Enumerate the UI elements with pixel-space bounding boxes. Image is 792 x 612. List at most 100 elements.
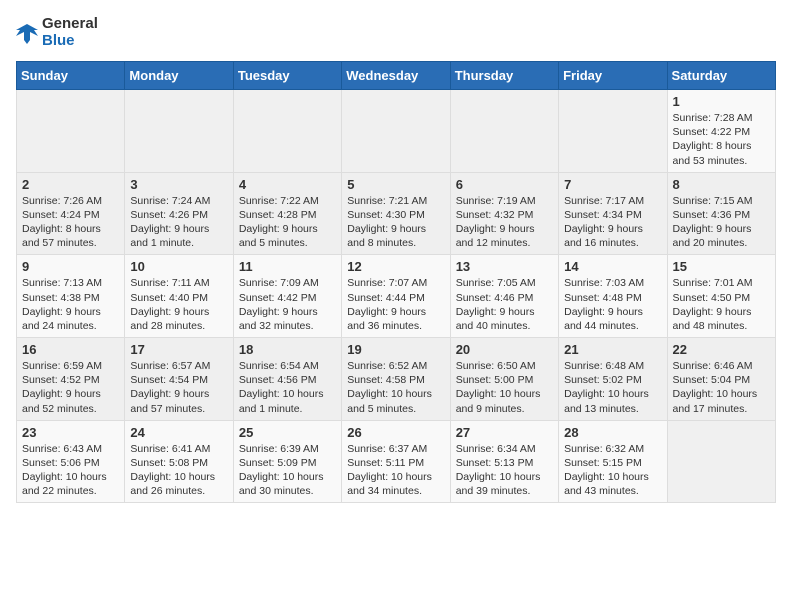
- weekday-header-monday: Monday: [125, 62, 233, 90]
- weekday-header-wednesday: Wednesday: [342, 62, 450, 90]
- day-number: 11: [239, 259, 336, 274]
- weekday-header-row: SundayMondayTuesdayWednesdayThursdayFrid…: [17, 62, 776, 90]
- day-number: 15: [673, 259, 770, 274]
- day-info: Sunrise: 7:07 AM Sunset: 4:44 PM Dayligh…: [347, 277, 427, 332]
- day-number: 10: [130, 259, 227, 274]
- day-number: 4: [239, 177, 336, 192]
- day-info: Sunrise: 7:24 AM Sunset: 4:26 PM Dayligh…: [130, 195, 210, 250]
- day-cell: 7 Sunrise: 7:17 AM Sunset: 4:34 PM Daylig…: [559, 172, 667, 255]
- weekday-header-thursday: Thursday: [450, 62, 558, 90]
- day-cell: 25 Sunrise: 6:39 AM Sunset: 5:09 PM Dayli…: [233, 420, 341, 503]
- day-cell: 6 Sunrise: 7:19 AM Sunset: 4:32 PM Daylig…: [450, 172, 558, 255]
- day-number: 16: [22, 342, 119, 357]
- day-cell: 14 Sunrise: 7:03 AM Sunset: 4:48 PM Dayli…: [559, 255, 667, 338]
- day-number: 1: [673, 94, 770, 109]
- day-info: Sunrise: 7:01 AM Sunset: 4:50 PM Dayligh…: [673, 277, 753, 332]
- day-cell: [450, 90, 558, 173]
- day-info: Sunrise: 7:03 AM Sunset: 4:48 PM Dayligh…: [564, 277, 644, 332]
- logo-blue: Blue: [42, 33, 98, 50]
- day-cell: 28 Sunrise: 6:32 AM Sunset: 5:15 PM Dayli…: [559, 420, 667, 503]
- day-cell: 1 Sunrise: 7:28 AM Sunset: 4:22 PM Daylig…: [667, 90, 775, 173]
- day-info: Sunrise: 7:13 AM Sunset: 4:38 PM Dayligh…: [22, 277, 102, 332]
- day-info: Sunrise: 7:15 AM Sunset: 4:36 PM Dayligh…: [673, 195, 753, 250]
- day-cell: 20Sunrise: 6:50 AM Sunset: 5:00 PM Dayli…: [450, 338, 558, 421]
- logo: General Blue: [16, 16, 98, 49]
- day-info: Sunrise: 6:54 AM Sunset: 4:56 PM Dayligh…: [239, 360, 324, 415]
- week-row-3: 16Sunrise: 6:59 AM Sunset: 4:52 PM Dayli…: [17, 338, 776, 421]
- day-number: 20: [456, 342, 553, 357]
- day-info: Sunrise: 7:21 AM Sunset: 4:30 PM Dayligh…: [347, 195, 427, 250]
- logo-general: General: [42, 16, 98, 33]
- day-number: 21: [564, 342, 661, 357]
- week-row-0: 1 Sunrise: 7:28 AM Sunset: 4:22 PM Daylig…: [17, 90, 776, 173]
- day-number: 17: [130, 342, 227, 357]
- day-number: 5: [347, 177, 444, 192]
- day-info: Sunrise: 7:19 AM Sunset: 4:32 PM Dayligh…: [456, 195, 536, 250]
- day-cell: 22 Sunrise: 6:46 AM Sunset: 5:04 PM Dayli…: [667, 338, 775, 421]
- day-number: 26: [347, 425, 444, 440]
- day-info: Sunrise: 6:48 AM Sunset: 5:02 PM Dayligh…: [564, 360, 649, 415]
- day-info: Sunrise: 6:57 AM Sunset: 4:54 PM Dayligh…: [130, 360, 210, 415]
- day-number: 23: [22, 425, 119, 440]
- week-row-4: 23 Sunrise: 6:43 AM Sunset: 5:06 PM Dayli…: [17, 420, 776, 503]
- day-cell: [233, 90, 341, 173]
- day-cell: [125, 90, 233, 173]
- day-info: Sunrise: 6:52 AM Sunset: 4:58 PM Dayligh…: [347, 360, 432, 415]
- day-number: 14: [564, 259, 661, 274]
- day-cell: 23 Sunrise: 6:43 AM Sunset: 5:06 PM Dayli…: [17, 420, 125, 503]
- day-cell: 3 Sunrise: 7:24 AM Sunset: 4:26 PM Daylig…: [125, 172, 233, 255]
- day-info: Sunrise: 7:11 AM Sunset: 4:40 PM Dayligh…: [130, 277, 209, 332]
- weekday-header-friday: Friday: [559, 62, 667, 90]
- day-cell: 24 Sunrise: 6:41 AM Sunset: 5:08 PM Dayli…: [125, 420, 233, 503]
- day-info: Sunrise: 6:37 AM Sunset: 5:11 PM Dayligh…: [347, 443, 432, 498]
- day-cell: 8 Sunrise: 7:15 AM Sunset: 4:36 PM Daylig…: [667, 172, 775, 255]
- day-number: 19: [347, 342, 444, 357]
- day-cell: 19 Sunrise: 6:52 AM Sunset: 4:58 PM Dayli…: [342, 338, 450, 421]
- day-cell: 2 Sunrise: 7:26 AM Sunset: 4:24 PM Daylig…: [17, 172, 125, 255]
- day-info: Sunrise: 7:17 AM Sunset: 4:34 PM Dayligh…: [564, 195, 644, 250]
- day-number: 6: [456, 177, 553, 192]
- day-number: 27: [456, 425, 553, 440]
- day-info: Sunrise: 6:43 AM Sunset: 5:06 PM Dayligh…: [22, 443, 107, 498]
- day-number: 7: [564, 177, 661, 192]
- day-cell: 27Sunrise: 6:34 AM Sunset: 5:13 PM Dayli…: [450, 420, 558, 503]
- day-info: Sunrise: 6:39 AM Sunset: 5:09 PM Dayligh…: [239, 443, 324, 498]
- day-cell: 18Sunrise: 6:54 AM Sunset: 4:56 PM Dayli…: [233, 338, 341, 421]
- day-cell: 4 Sunrise: 7:22 AM Sunset: 4:28 PM Daylig…: [233, 172, 341, 255]
- day-cell: 12 Sunrise: 7:07 AM Sunset: 4:44 PM Dayli…: [342, 255, 450, 338]
- calendar: SundayMondayTuesdayWednesdayThursdayFrid…: [16, 61, 776, 503]
- week-row-1: 2 Sunrise: 7:26 AM Sunset: 4:24 PM Daylig…: [17, 172, 776, 255]
- day-number: 25: [239, 425, 336, 440]
- day-number: 28: [564, 425, 661, 440]
- logo-bird-icon: [16, 22, 38, 44]
- day-info: Sunrise: 7:28 AM Sunset: 4:22 PM Dayligh…: [673, 112, 753, 167]
- day-info: Sunrise: 7:22 AM Sunset: 4:28 PM Dayligh…: [239, 195, 319, 250]
- weekday-header-sunday: Sunday: [17, 62, 125, 90]
- day-cell: 26 Sunrise: 6:37 AM Sunset: 5:11 PM Dayli…: [342, 420, 450, 503]
- day-cell: 11 Sunrise: 7:09 AM Sunset: 4:42 PM Dayli…: [233, 255, 341, 338]
- day-cell: [559, 90, 667, 173]
- day-number: 22: [673, 342, 770, 357]
- day-cell: 15 Sunrise: 7:01 AM Sunset: 4:50 PM Dayli…: [667, 255, 775, 338]
- weekday-header-saturday: Saturday: [667, 62, 775, 90]
- day-cell: 5 Sunrise: 7:21 AM Sunset: 4:30 PM Daylig…: [342, 172, 450, 255]
- day-info: Sunrise: 7:26 AM Sunset: 4:24 PM Dayligh…: [22, 195, 102, 250]
- day-number: 24: [130, 425, 227, 440]
- week-row-2: 9Sunrise: 7:13 AM Sunset: 4:38 PM Daylig…: [17, 255, 776, 338]
- day-info: Sunrise: 6:41 AM Sunset: 5:08 PM Dayligh…: [130, 443, 215, 498]
- day-cell: 9Sunrise: 7:13 AM Sunset: 4:38 PM Daylig…: [17, 255, 125, 338]
- day-cell: 10 Sunrise: 7:11 AM Sunset: 4:40 PM Dayli…: [125, 255, 233, 338]
- day-cell: [17, 90, 125, 173]
- day-number: 8: [673, 177, 770, 192]
- day-number: 12: [347, 259, 444, 274]
- day-info: Sunrise: 7:09 AM Sunset: 4:42 PM Dayligh…: [239, 277, 319, 332]
- day-cell: 21 Sunrise: 6:48 AM Sunset: 5:02 PM Dayli…: [559, 338, 667, 421]
- day-cell: 17 Sunrise: 6:57 AM Sunset: 4:54 PM Dayli…: [125, 338, 233, 421]
- day-number: 2: [22, 177, 119, 192]
- day-number: 3: [130, 177, 227, 192]
- day-cell: [342, 90, 450, 173]
- weekday-header-tuesday: Tuesday: [233, 62, 341, 90]
- day-info: Sunrise: 6:46 AM Sunset: 5:04 PM Dayligh…: [673, 360, 758, 415]
- day-info: Sunrise: 6:32 AM Sunset: 5:15 PM Dayligh…: [564, 443, 649, 498]
- header: General Blue: [16, 16, 776, 49]
